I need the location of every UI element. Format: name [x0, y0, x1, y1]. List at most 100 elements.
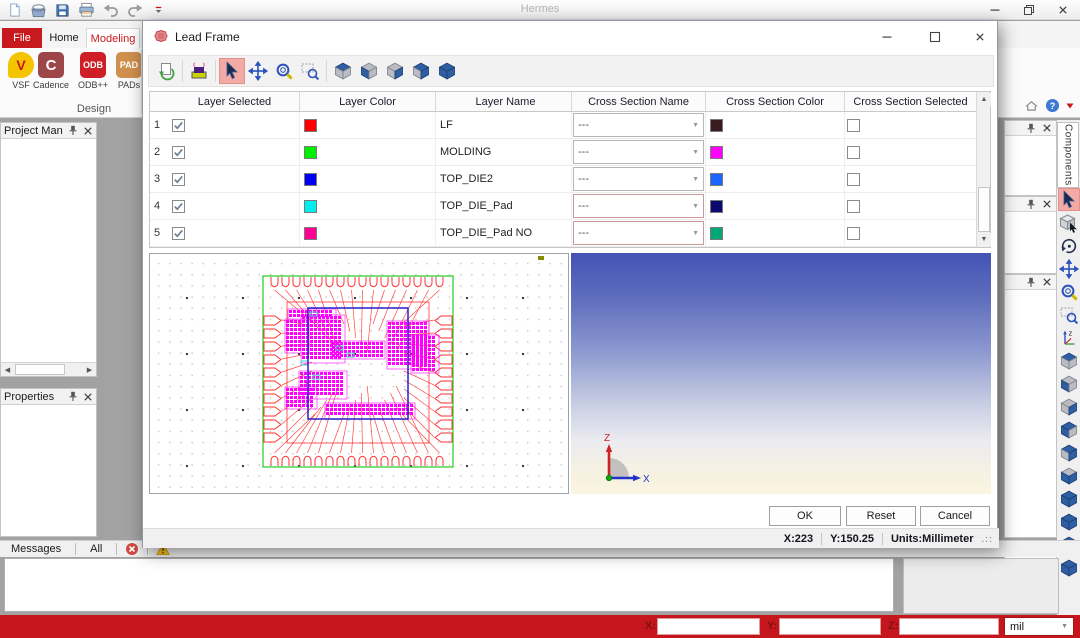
layer-color-swatch[interactable]	[304, 200, 317, 213]
properties-content[interactable]	[1, 405, 96, 536]
horizontal-scrollbar[interactable]: ◀ ▶	[1, 362, 96, 376]
close-icon[interactable]	[82, 391, 93, 402]
scrollbar-thumb[interactable]	[15, 364, 65, 375]
tab-modeling[interactable]: Modeling	[86, 28, 140, 48]
view-cube-solid1-icon[interactable]	[1058, 510, 1080, 533]
column-header[interactable]: Layer Name	[436, 92, 572, 111]
cross-section-selected-checkbox[interactable]	[847, 119, 860, 132]
cancel-button[interactable]: Cancel	[920, 506, 990, 526]
leadframe-2d-view[interactable]	[149, 253, 569, 494]
resize-grip[interactable]: .::	[982, 534, 994, 544]
scroll-down-icon[interactable]: ▼	[977, 233, 991, 246]
view-cube-front-icon[interactable]	[1058, 441, 1080, 464]
layer-selected-checkbox[interactable]	[172, 200, 185, 213]
view-cube-bottom-icon[interactable]	[1058, 372, 1080, 395]
ribbon-item-odb[interactable]: ODBODB++	[76, 52, 110, 90]
layer-selected-checkbox[interactable]	[172, 119, 185, 132]
pin-icon[interactable]	[67, 391, 78, 402]
view-cube-iso-icon[interactable]	[1058, 487, 1080, 510]
z-coordinate-input[interactable]	[899, 618, 999, 635]
table-row[interactable]: 1LF---▼	[150, 112, 976, 139]
view-cube-iso-icon[interactable]	[434, 58, 460, 84]
column-header[interactable]: Cross Section Color	[706, 92, 845, 111]
zoom-window-icon[interactable]	[297, 58, 323, 84]
layer-color-swatch[interactable]	[304, 173, 317, 186]
expand-more-icon[interactable]	[1066, 102, 1074, 110]
view-cube-top-icon[interactable]	[1058, 349, 1080, 372]
cross-section-selected-checkbox[interactable]	[847, 146, 860, 159]
reset-button[interactable]: Reset	[846, 506, 916, 526]
all-tab[interactable]: All	[84, 543, 108, 555]
x-coordinate-input[interactable]	[657, 618, 760, 635]
restore-icon[interactable]	[1022, 3, 1036, 17]
cross-section-color-swatch[interactable]	[710, 146, 723, 159]
maximize-icon[interactable]	[919, 25, 951, 49]
messages-list[interactable]	[4, 558, 894, 612]
scroll-up-icon[interactable]: ▲	[977, 93, 991, 106]
layer-selected-checkbox[interactable]	[172, 173, 185, 186]
pin-icon[interactable]	[67, 125, 78, 136]
table-row[interactable]: 4TOP_DIE_Pad---▼	[150, 193, 976, 220]
table-row[interactable]: 5TOP_DIE_Pad NO---▼	[150, 220, 976, 247]
table-row[interactable]: 2MOLDING---▼	[150, 139, 976, 166]
import-icon[interactable]	[153, 58, 179, 84]
layer-selected-checkbox[interactable]	[172, 146, 185, 159]
home-icon[interactable]	[1024, 99, 1039, 112]
project-manager-tree[interactable]	[1, 139, 96, 362]
cross-section-name-select[interactable]: ---▼	[573, 140, 704, 164]
view-cube-right-icon[interactable]	[1058, 418, 1080, 441]
layer-color-swatch[interactable]	[304, 227, 317, 240]
layer-color-swatch[interactable]	[304, 119, 317, 132]
view-cube-bottom-icon[interactable]	[356, 58, 382, 84]
zoom-icon[interactable]	[271, 58, 297, 84]
messages-tab[interactable]: Messages	[5, 543, 67, 555]
view-cube-top-icon[interactable]	[330, 58, 356, 84]
dialog-titlebar[interactable]: Lead Frame	[143, 21, 997, 53]
column-header[interactable]: Layer Selected	[170, 92, 300, 111]
minimize-icon[interactable]	[871, 25, 903, 49]
pan-icon[interactable]	[1058, 257, 1080, 280]
view-cube-solid3-icon[interactable]	[1058, 556, 1080, 579]
zoom-icon[interactable]	[1058, 280, 1080, 303]
leadframe-icon[interactable]	[186, 58, 212, 84]
cross-section-color-swatch[interactable]	[710, 119, 723, 132]
select-arrow-icon[interactable]	[219, 58, 245, 84]
axis-z-icon[interactable]: z	[1058, 326, 1080, 349]
layer-color-swatch[interactable]	[304, 146, 317, 159]
vertical-scrollbar[interactable]: ▲ ▼	[976, 92, 990, 247]
column-header[interactable]: Cross Section Name	[572, 92, 706, 111]
cross-section-selected-checkbox[interactable]	[847, 173, 860, 186]
scroll-left-icon[interactable]: ◀	[1, 363, 14, 376]
cross-section-selected-checkbox[interactable]	[847, 200, 860, 213]
components-tab[interactable]: Components	[1057, 122, 1079, 188]
table-row[interactable]: 3TOP_DIE2---▼	[150, 166, 976, 193]
cross-section-name-select[interactable]: ---▼	[573, 113, 704, 137]
cross-section-selected-checkbox[interactable]	[847, 227, 860, 240]
column-header[interactable]: Layer Color	[300, 92, 436, 111]
layer-selected-checkbox[interactable]	[172, 227, 185, 240]
view-cube-back-icon[interactable]	[1058, 464, 1080, 487]
rotate-view-icon[interactable]	[1058, 234, 1080, 257]
y-coordinate-input[interactable]	[779, 618, 881, 635]
zoom-window-icon[interactable]	[1058, 303, 1080, 326]
select-object-icon[interactable]	[1058, 211, 1080, 234]
pin-icon[interactable]	[1025, 199, 1036, 210]
cross-section-color-swatch[interactable]	[710, 200, 723, 213]
close-icon[interactable]	[1041, 277, 1052, 288]
cross-section-name-select[interactable]: ---▼	[573, 167, 704, 191]
cross-section-color-swatch[interactable]	[710, 227, 723, 240]
ok-button[interactable]: OK	[769, 506, 841, 526]
pin-icon[interactable]	[1025, 277, 1036, 288]
help-icon[interactable]: ?	[1045, 98, 1060, 113]
leadframe-3d-view[interactable]: ZX	[571, 253, 991, 494]
cross-section-color-swatch[interactable]	[710, 173, 723, 186]
cross-section-name-select[interactable]: ---▼	[573, 221, 704, 245]
close-icon[interactable]	[1041, 123, 1052, 134]
close-icon[interactable]	[964, 25, 996, 49]
scroll-right-icon[interactable]: ▶	[83, 363, 96, 376]
unit-select[interactable]: mil ▼	[1004, 617, 1074, 636]
tab-home[interactable]: Home	[44, 28, 84, 48]
view-cube-left-icon[interactable]	[1058, 395, 1080, 418]
pin-icon[interactable]	[1025, 123, 1036, 134]
minimize-icon[interactable]	[988, 3, 1002, 17]
